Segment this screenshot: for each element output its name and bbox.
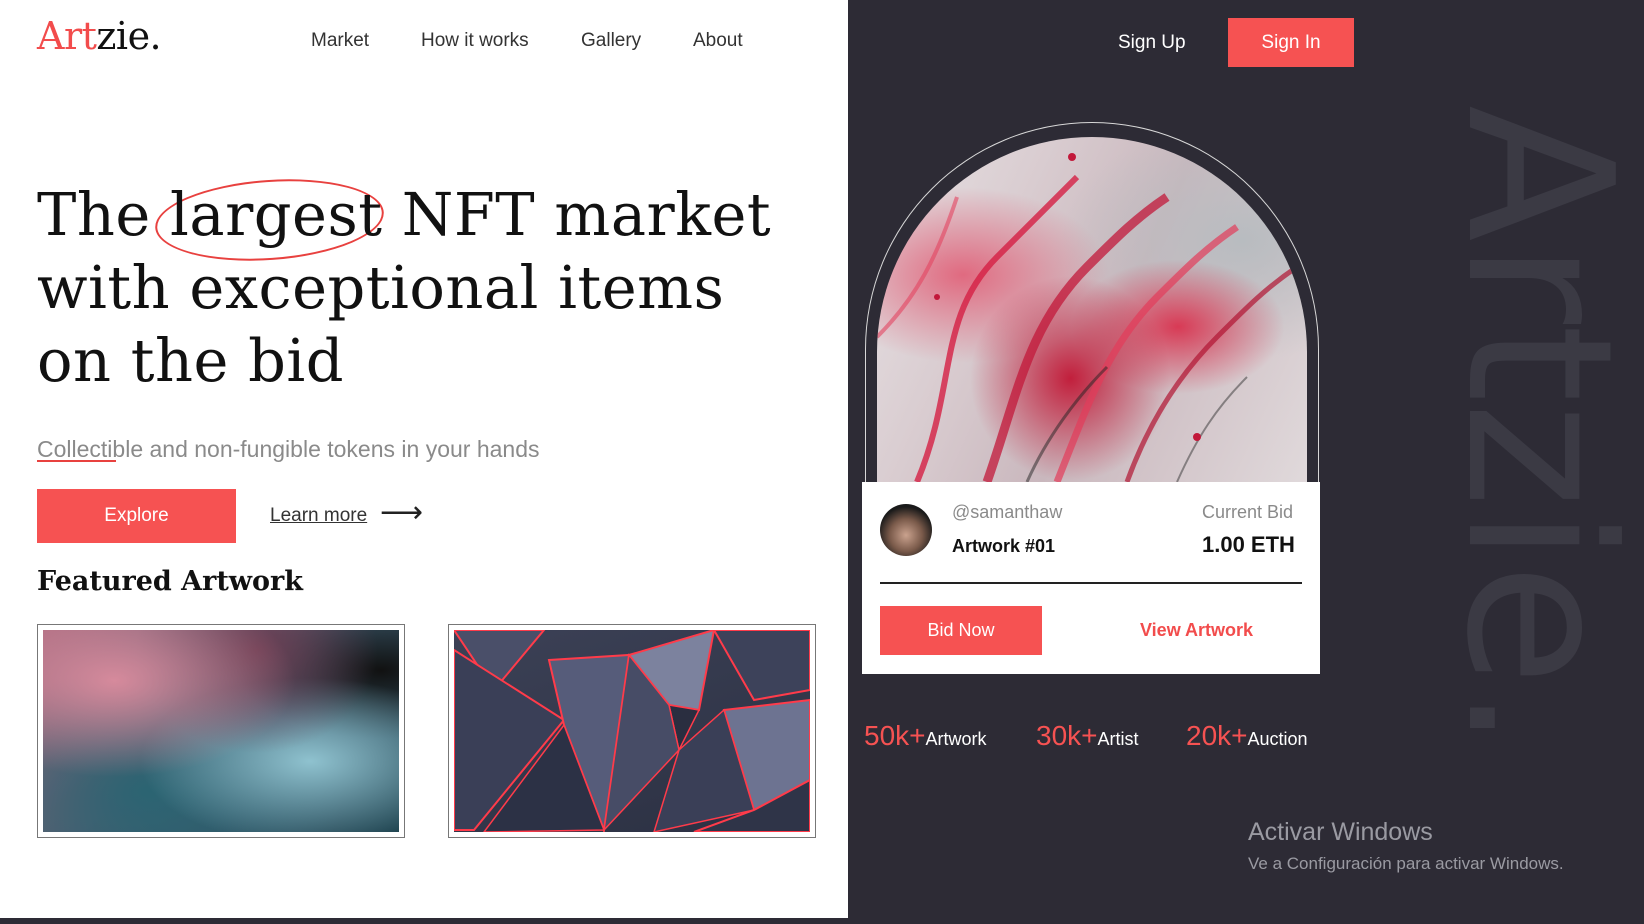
vertical-watermark-logo: Artzie. bbox=[1422, 105, 1644, 750]
featured-artwork-card-2[interactable] bbox=[448, 624, 816, 838]
windows-activation-subtitle: Ve a Configuración para activar Windows. bbox=[1248, 854, 1564, 873]
logo-text: zie. bbox=[96, 14, 162, 58]
subtitle-underline bbox=[37, 460, 116, 462]
geometric-art-svg bbox=[454, 630, 810, 832]
logo-accent-text: Art bbox=[37, 14, 97, 58]
view-artwork-link[interactable]: View Artwork bbox=[1140, 620, 1253, 641]
sign-in-button[interactable]: Sign In bbox=[1228, 18, 1354, 67]
bid-card: @samanthaw Artwork #01 Current Bid 1.00 … bbox=[862, 482, 1320, 674]
artwork-image-fluid bbox=[43, 630, 399, 832]
stat-label: Artwork bbox=[925, 729, 987, 749]
nav-gallery[interactable]: Gallery bbox=[581, 30, 641, 52]
stat-auction: 20k+Auction bbox=[1186, 720, 1308, 752]
hero-title: The largest NFT market with exceptional … bbox=[37, 180, 772, 395]
featured-artwork-card-1[interactable] bbox=[37, 624, 405, 838]
stat-number: 20k+ bbox=[1186, 720, 1248, 751]
nav-how-it-works[interactable]: How it works bbox=[421, 30, 529, 52]
stat-artist: 30k+Artist bbox=[1036, 720, 1139, 752]
hero-highlight-word: largest bbox=[170, 180, 383, 249]
card-divider bbox=[880, 582, 1302, 584]
artwork-image-geometric bbox=[454, 630, 810, 832]
windows-activation-title: Activar Windows bbox=[1248, 818, 1433, 846]
stat-label: Artist bbox=[1097, 729, 1139, 749]
arrow-right-icon[interactable]: ⟶ bbox=[380, 498, 423, 528]
sign-up-button[interactable]: Sign Up bbox=[1118, 18, 1186, 68]
stat-number: 50k+ bbox=[864, 720, 926, 751]
brand-logo[interactable]: Artzie. bbox=[37, 14, 162, 58]
explore-button[interactable]: Explore bbox=[37, 489, 236, 543]
left-panel: Artzie. Market How it works Gallery Abou… bbox=[0, 0, 848, 918]
stat-label: Auction bbox=[1247, 729, 1308, 749]
hero-subtitle: Collectible and non-fungible tokens in y… bbox=[37, 436, 540, 462]
artwork-name: Artwork #01 bbox=[952, 536, 1056, 556]
current-bid-label: Current Bid bbox=[1202, 502, 1294, 522]
artist-handle[interactable]: @samanthaw bbox=[952, 502, 1062, 523]
bottom-strip bbox=[0, 918, 1644, 924]
avatar[interactable] bbox=[880, 504, 932, 556]
nav-about[interactable]: About bbox=[693, 30, 743, 52]
learn-more-link[interactable]: Learn more bbox=[270, 505, 367, 527]
featured-artwork-title: Featured Artwork bbox=[37, 566, 303, 597]
nav-market[interactable]: Market bbox=[311, 30, 369, 52]
current-bid-value: 1.00 ETH bbox=[1202, 532, 1295, 557]
bid-now-button[interactable]: Bid Now bbox=[880, 606, 1042, 655]
stat-artwork: 50k+Artwork bbox=[864, 720, 987, 752]
stat-number: 30k+ bbox=[1036, 720, 1098, 751]
